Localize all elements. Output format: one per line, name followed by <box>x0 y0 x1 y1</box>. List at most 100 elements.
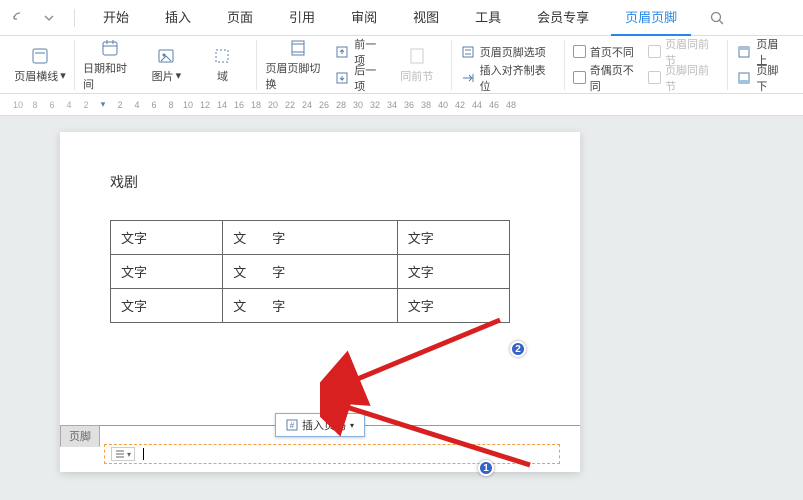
odd-even-check[interactable]: 奇偶页不同 <box>573 67 644 89</box>
ruler-tick: 48 <box>503 100 519 110</box>
tab-tools[interactable]: 工具 <box>461 0 515 36</box>
annotation-badge-1: 1 <box>478 460 494 476</box>
ruler-tick: 8 <box>27 100 43 110</box>
first-diff-label: 首页不同 <box>590 44 634 60</box>
ruler-tick: 20 <box>265 100 281 110</box>
tab-insert[interactable]: 插入 <box>151 0 205 36</box>
ruler-tick: 22 <box>282 100 298 110</box>
ftr-same-check: 页脚同前节 <box>648 67 719 89</box>
page-number-icon: # <box>286 419 298 431</box>
datetime-label: 日期和时间 <box>83 60 136 92</box>
header-line-label: 页眉横线 <box>14 68 58 84</box>
header-line-button[interactable]: 页眉横线▾ <box>14 40 66 90</box>
ruler-tick: 32 <box>367 100 383 110</box>
ruler-tick: 42 <box>452 100 468 110</box>
calendar-icon <box>100 38 120 58</box>
hdr-same-check: 页眉同前节 <box>648 41 719 63</box>
picture-icon <box>156 46 176 66</box>
ruler-origin: ▾ <box>95 99 111 110</box>
search-icon[interactable] <box>699 0 735 36</box>
tab-reference[interactable]: 引用 <box>275 0 329 36</box>
document-page[interactable]: 戏剧 文字 文 字 文字 文字 文 字 文字 文字 文 字 文字 页脚 # <box>60 132 580 472</box>
chevron-down-icon: ▾ <box>60 69 66 82</box>
prev-item-button[interactable]: 前一项 <box>335 41 387 63</box>
table-cell[interactable]: 文字 <box>397 255 509 289</box>
ruler-tick: 40 <box>435 100 451 110</box>
separator <box>74 9 75 27</box>
menubar: 开始 插入 页面 引用 审阅 视图 工具 会员专享 页眉页脚 <box>0 0 803 36</box>
header-text[interactable]: 戏剧 <box>110 172 530 192</box>
ruler-tick: 6 <box>146 100 162 110</box>
options-icon <box>460 44 476 60</box>
table-row[interactable]: 文字 文 字 文字 <box>111 221 510 255</box>
odd-even-label: 奇偶页不同 <box>590 62 644 94</box>
tab-header-footer[interactable]: 页眉页脚 <box>611 0 691 36</box>
field-button[interactable]: 域 <box>196 40 248 90</box>
field-icon <box>212 46 232 66</box>
insert-page-number-button[interactable]: # 插入页码 ▾ <box>275 413 365 437</box>
ruler-tick: 12 <box>197 100 213 110</box>
hf-switch-button[interactable]: 页眉页脚切换 <box>265 40 330 90</box>
ruler-tick: 26 <box>316 100 332 110</box>
align-dropdown[interactable]: ▾ <box>111 447 135 461</box>
hf-options-button[interactable]: 页眉页脚选项 <box>460 41 556 63</box>
same-section-button[interactable]: 同前节 <box>391 40 443 90</box>
document-table[interactable]: 文字 文 字 文字 文字 文 字 文字 文字 文 字 文字 <box>110 220 510 323</box>
hf-switch-label: 页眉页脚切换 <box>265 60 330 92</box>
next-label: 后一项 <box>354 62 387 94</box>
ruler-tick: 38 <box>418 100 434 110</box>
same-section-icon <box>407 46 427 66</box>
tab-page[interactable]: 页面 <box>213 0 267 36</box>
annotation-badge-2: 2 <box>510 341 526 357</box>
picture-label: 图片 <box>152 68 174 84</box>
table-row[interactable]: 文字 文 字 文字 <box>111 255 510 289</box>
tab-icon <box>460 70 476 86</box>
ftr-same-label: 页脚同前节 <box>665 62 719 94</box>
header-top-icon <box>736 44 752 60</box>
ruler-tick: 16 <box>231 100 247 110</box>
switch-icon <box>288 38 308 58</box>
tab-view[interactable]: 视图 <box>399 0 453 36</box>
footer-editing-area[interactable]: ▾ <box>104 444 560 464</box>
field-label: 域 <box>217 68 228 84</box>
next-icon <box>335 70 351 86</box>
text-cursor <box>143 448 144 460</box>
table-cell[interactable]: 文字 <box>111 221 223 255</box>
chevron-down-icon: ▾ <box>350 421 354 430</box>
insert-tab-button[interactable]: 插入对齐制表位 <box>460 67 556 89</box>
tab-member[interactable]: 会员专享 <box>523 0 603 36</box>
same-section-label: 同前节 <box>400 68 433 84</box>
footer-tab-label: 页脚 <box>60 425 100 447</box>
insert-tab-label: 插入对齐制表位 <box>480 62 556 94</box>
ftr-bottom-button[interactable]: 页脚下 <box>736 67 789 89</box>
dropdown-icon[interactable] <box>38 7 60 29</box>
table-cell[interactable]: 文字 <box>111 255 223 289</box>
footer-region: 页脚 # 插入页码 ▾ ▾ <box>60 425 580 426</box>
table-row[interactable]: 文字 文 字 文字 <box>111 289 510 323</box>
table-cell[interactable]: 文 字 <box>223 221 397 255</box>
chevron-down-icon: ▾ <box>176 69 182 82</box>
datetime-button[interactable]: 日期和时间 <box>83 40 136 90</box>
table-cell[interactable]: 文字 <box>397 289 509 323</box>
checkbox-icon <box>648 71 661 84</box>
next-item-button[interactable]: 后一项 <box>335 67 387 89</box>
ruler-tick: 46 <box>486 100 502 110</box>
first-diff-check[interactable]: 首页不同 <box>573 41 644 63</box>
tab-review[interactable]: 审阅 <box>337 0 391 36</box>
ruler-tick: 28 <box>333 100 349 110</box>
table-cell[interactable]: 文字 <box>111 289 223 323</box>
checkbox-icon <box>648 45 661 58</box>
insert-pn-label: 插入页码 <box>302 417 346 433</box>
chevron-down-icon: ▾ <box>127 450 131 459</box>
back-icon[interactable] <box>8 7 30 29</box>
ruler-tick: 18 <box>248 100 264 110</box>
prev-icon <box>335 44 351 60</box>
tab-start[interactable]: 开始 <box>89 0 143 36</box>
hdr-top-button[interactable]: 页眉上 <box>736 41 789 63</box>
svg-text:#: # <box>290 421 295 430</box>
picture-button[interactable]: 图片▾ <box>140 40 192 90</box>
ruler-tick: 24 <box>299 100 315 110</box>
table-cell[interactable]: 文字 <box>397 221 509 255</box>
table-cell[interactable]: 文 字 <box>223 255 397 289</box>
table-cell[interactable]: 文 字 <box>223 289 397 323</box>
